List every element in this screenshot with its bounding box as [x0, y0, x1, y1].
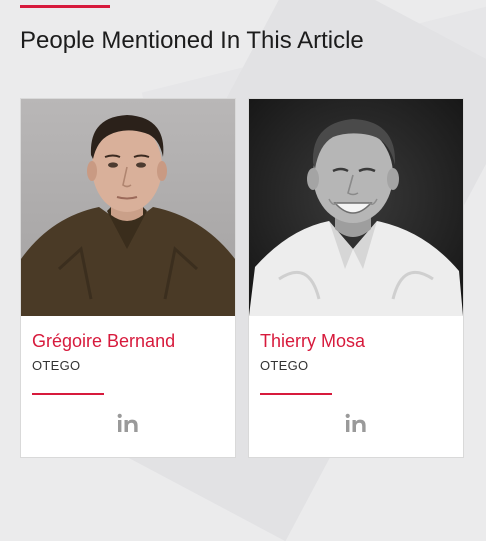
person-name-link[interactable]: Grégoire Bernand	[32, 330, 175, 352]
person-company: OTEGO	[260, 358, 309, 373]
person-name-link[interactable]: Thierry Mosa	[260, 330, 365, 352]
person-card: Thierry Mosa OTEGO	[248, 98, 464, 458]
card-divider	[32, 393, 104, 395]
person-card: Grégoire Bernand OTEGO	[20, 98, 236, 458]
linkedin-icon[interactable]	[117, 413, 141, 433]
card-divider	[260, 393, 332, 395]
person-photo[interactable]	[249, 99, 463, 316]
linkedin-icon[interactable]	[345, 413, 369, 433]
title-accent-line	[20, 5, 110, 8]
person-photo[interactable]	[21, 99, 235, 316]
person-company: OTEGO	[32, 358, 81, 373]
section-title: People Mentioned In This Article	[20, 27, 364, 54]
